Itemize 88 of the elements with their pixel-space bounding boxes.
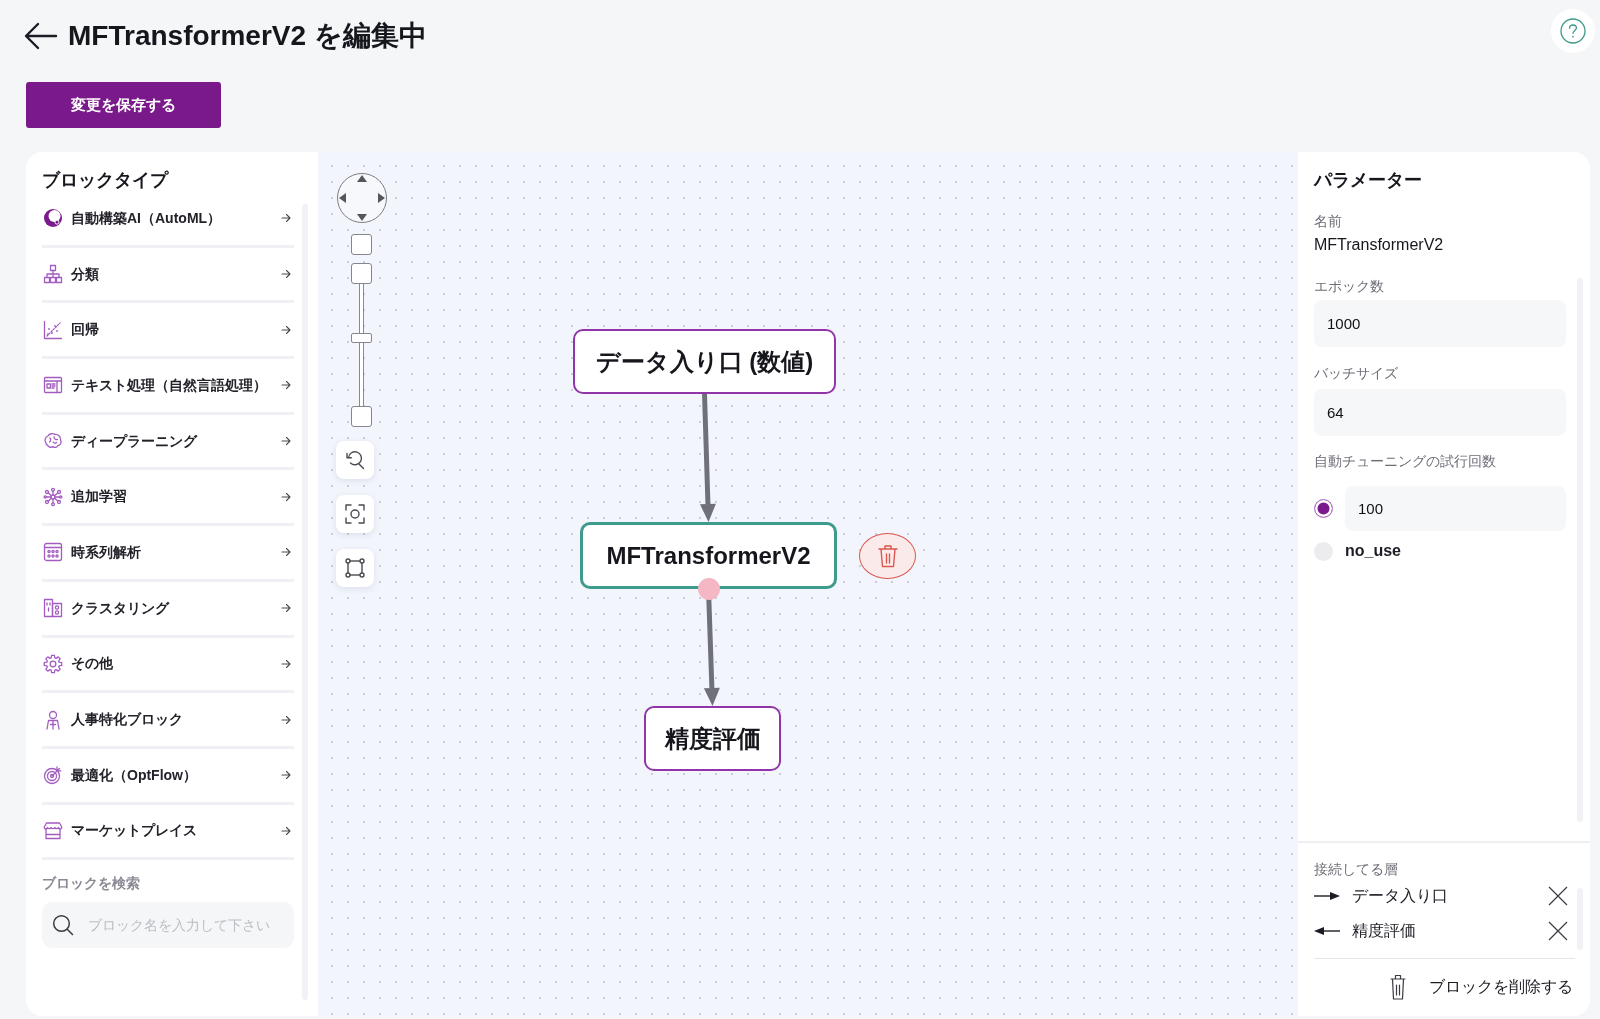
help-button[interactable] xyxy=(1551,9,1595,53)
search-icon xyxy=(52,914,74,937)
block-type-item[interactable]: その他 xyxy=(42,637,294,694)
trash-icon xyxy=(877,543,898,568)
document-icon xyxy=(43,375,63,396)
option-label: no_use xyxy=(1345,541,1401,561)
save-button[interactable]: 変更を保存する xyxy=(26,82,221,128)
delete-block-button[interactable]: ブロックを削除する xyxy=(1390,974,1573,1000)
name-value: MFTransformerV2 xyxy=(1314,235,1445,255)
reset-view-button[interactable] xyxy=(336,441,374,479)
block-type-item[interactable]: 最適化（OptFlow） xyxy=(42,748,294,805)
radio-button[interactable] xyxy=(1314,499,1333,518)
block-type-item[interactable]: 自動構築AI（AutoML） xyxy=(42,192,294,248)
target-icon xyxy=(43,765,63,786)
diagram-node[interactable]: 精度評価 xyxy=(644,706,781,771)
field-label: バッチサイズ xyxy=(1314,364,1399,382)
scatter-chart-icon xyxy=(43,319,63,340)
arrow-right-icon xyxy=(281,324,291,335)
block-type-item[interactable]: 人事特化ブロック xyxy=(42,693,294,749)
page-title: MFTransformerV2 を編集中 xyxy=(68,19,427,53)
calendar-icon xyxy=(43,542,63,563)
remove-button[interactable] xyxy=(1548,885,1568,906)
block-type-item[interactable]: 回帰 xyxy=(42,303,294,360)
delete-node-button[interactable] xyxy=(859,532,916,579)
gear-icon xyxy=(43,653,63,674)
trash-icon xyxy=(1390,974,1406,1000)
block-type-item[interactable]: ディープラーニング xyxy=(42,414,294,471)
person-icon xyxy=(43,709,63,730)
field-label: エポック数 xyxy=(1314,277,1385,295)
slider-end-button[interactable] xyxy=(351,406,372,427)
diagram-node[interactable]: データ入り口 (数値) xyxy=(573,329,836,394)
caret-down-icon xyxy=(357,214,367,221)
arrow-right-icon xyxy=(281,547,291,558)
network-icon xyxy=(43,486,63,507)
back-arrow-icon xyxy=(24,22,58,50)
section-label: 接続してる層 xyxy=(1314,860,1399,878)
hierarchy-icon xyxy=(43,264,63,285)
layer-name: データ入り口 xyxy=(1352,885,1449,906)
slider-end-button[interactable] xyxy=(351,263,372,284)
text-field[interactable]: 64 xyxy=(1314,389,1566,436)
arrow-right-icon xyxy=(281,269,291,280)
field-label: 自動チューニングの試行回数 xyxy=(1314,452,1497,470)
arrow-right-icon xyxy=(1314,890,1340,901)
arrow-right-icon xyxy=(281,603,291,614)
arrow-right-icon xyxy=(281,825,291,836)
block-type-item[interactable]: クラスタリング xyxy=(42,581,294,638)
panels-icon xyxy=(43,598,63,619)
bounding-box-icon xyxy=(344,557,366,579)
block-type-item[interactable]: テキスト処理（自然言語処理） xyxy=(42,359,294,415)
text-field[interactable]: 1000 xyxy=(1314,300,1566,347)
pan-control[interactable] xyxy=(337,173,387,223)
block-type-item[interactable]: 分類 xyxy=(42,247,294,304)
arrow-right-icon xyxy=(281,213,291,224)
slider-thumb[interactable] xyxy=(351,332,372,343)
arrow-right-icon xyxy=(281,658,291,669)
block-type-item[interactable]: 時系列解析 xyxy=(42,526,294,582)
block-type-item[interactable]: マーケットプレイス xyxy=(42,804,294,861)
arrow-left-icon xyxy=(1314,925,1340,936)
arrow-right-icon xyxy=(281,770,291,781)
focus-icon xyxy=(344,503,366,525)
handle-dot-icon[interactable] xyxy=(697,578,720,600)
search-label: ブロックを検索 xyxy=(42,874,141,893)
caret-right-icon xyxy=(378,193,385,203)
close-icon xyxy=(1548,885,1568,906)
block-type-item[interactable]: 追加学習 xyxy=(42,470,294,527)
caret-left-icon xyxy=(339,193,346,203)
text-field[interactable]: 100 xyxy=(1345,486,1566,531)
arrow-right-icon xyxy=(281,714,291,725)
arrow-right-icon xyxy=(281,380,291,391)
help-icon xyxy=(1560,18,1586,44)
back-button[interactable] xyxy=(24,22,58,50)
panel-title: パラメーター xyxy=(1314,169,1423,192)
caret-up-icon xyxy=(357,175,367,182)
field-label: 名前 xyxy=(1314,212,1343,230)
zoom-step-button[interactable] xyxy=(351,234,372,255)
store-icon xyxy=(43,820,63,841)
fit-view-button[interactable] xyxy=(336,549,374,587)
layer-name: 精度評価 xyxy=(1352,920,1417,941)
arrow-right-icon xyxy=(281,436,291,447)
slider-track[interactable] xyxy=(359,284,364,406)
arrow-magnifier-icon xyxy=(344,449,366,471)
crescent-icon xyxy=(43,208,63,229)
arrow-right-icon xyxy=(281,491,291,502)
sidebar-title: ブロックタイプ xyxy=(42,169,170,192)
diagram-node[interactable]: MFTransformerV2 xyxy=(580,522,837,589)
focus-button[interactable] xyxy=(336,495,374,533)
close-icon xyxy=(1548,920,1568,941)
remove-button[interactable] xyxy=(1548,920,1568,941)
